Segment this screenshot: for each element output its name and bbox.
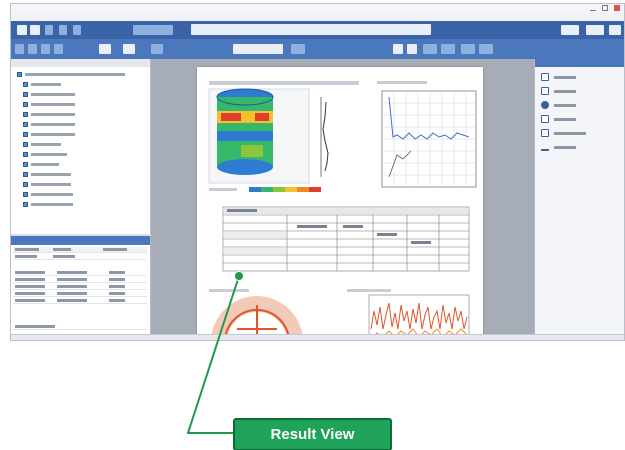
screenshot-stage: Result View — [0, 0, 625, 450]
result-view-label: Result View — [233, 418, 392, 450]
callout-leader-line — [186, 275, 240, 434]
callout-pointer-icon — [234, 271, 244, 281]
